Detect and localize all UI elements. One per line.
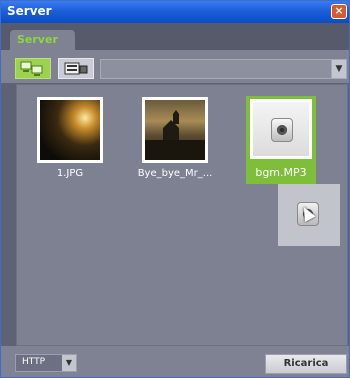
file-thumbnail-bgm-mp3[interactable] <box>250 99 312 159</box>
title-bar[interactable]: Server × <box>1 1 349 23</box>
house-silhouette-icon <box>145 110 205 160</box>
toolbar: ▼ <box>1 50 349 83</box>
chevron-down-icon[interactable]: ▼ <box>331 60 346 78</box>
computers-network-icon <box>20 61 43 76</box>
reload-button[interactable]: Ricarica <box>265 354 347 374</box>
close-button[interactable]: × <box>331 4 347 19</box>
chevron-down-icon[interactable]: ▼ <box>62 355 76 371</box>
status-bar: HTTP ▼ Ricarica <box>1 346 349 377</box>
path-combo[interactable]: ▼ <box>100 59 347 79</box>
protocol-select[interactable]: HTTP ▼ <box>15 354 77 372</box>
audio-thumbnail <box>253 102 309 156</box>
tab-server-label: Server <box>17 33 58 46</box>
server-connect-icon <box>64 62 88 75</box>
window-title: Server <box>7 4 52 18</box>
tab-server[interactable]: Server <box>10 30 75 50</box>
file-label-1: 1.JPG <box>56 168 84 179</box>
speaker-icon <box>271 118 293 142</box>
file-label-3: bgm.MP3 <box>255 166 307 179</box>
file-thumbnail-bye-bye[interactable] <box>142 97 208 163</box>
photo-thumbnail-image <box>145 100 205 160</box>
network-view-button[interactable] <box>15 58 51 79</box>
file-thumbnail-1jpg[interactable] <box>37 97 103 163</box>
photo-thumbnail-image <box>40 100 100 160</box>
server-connect-button[interactable] <box>58 58 94 79</box>
protocol-value: HTTP <box>22 357 46 367</box>
file-browser: 1.JPG Bye_bye_Mr_... bgm.MP3 <box>16 84 348 346</box>
tab-strip: Server <box>1 23 349 50</box>
server-window: Server × Server ▼ 1.JPG Bye_bye_Mr_... b… <box>0 0 350 378</box>
file-label-2: Bye_bye_Mr_... <box>137 168 213 179</box>
